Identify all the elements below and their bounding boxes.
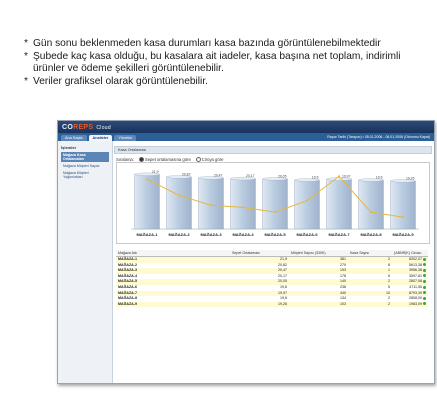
bar-9[interactable] bbox=[390, 180, 416, 230]
bar-3[interactable] bbox=[198, 177, 224, 230]
main-content: Kasa Ortalaması Sıralama: Sepet ortalama… bbox=[114, 141, 432, 383]
bar-value-label: 20,82 bbox=[182, 172, 191, 176]
app-logo: COREPS Cloud bbox=[62, 123, 111, 131]
x-tick-label: MAĞAZA-4 bbox=[232, 232, 254, 237]
table-body: MAĞAZA-1 21,9 381 2 8302,07 MAĞAZA-2 20,82 270 8… bbox=[116, 256, 428, 308]
bar-5[interactable] bbox=[262, 178, 288, 230]
status-dot-icon bbox=[423, 268, 426, 272]
line-point-7[interactable] bbox=[338, 175, 340, 178]
status-dot-icon bbox=[423, 279, 426, 283]
nav-bar: Ana Sayfa Analizler Yönetim Rapor Tarihi… bbox=[58, 133, 434, 141]
bullet-1: * Gün sonu beklenmeden kasa durumları kas… bbox=[24, 38, 381, 49]
bar-value-label: 19,6 bbox=[376, 176, 383, 180]
app-screenshot: COREPS Cloud Ana Sayfa Analizler Yönetim … bbox=[57, 120, 435, 384]
sidebar-title: İşlemler bbox=[61, 145, 77, 150]
bar-1[interactable] bbox=[134, 174, 160, 230]
status-dot-icon bbox=[423, 285, 426, 289]
line-point-1[interactable] bbox=[146, 178, 148, 181]
store-table: Mağaza Adı Sepet Ortalaması Müşteri Sayı… bbox=[116, 250, 428, 308]
x-tick-label: MAĞAZA-8 bbox=[360, 232, 382, 237]
x-tick-label: MAĞAZA-5 bbox=[264, 232, 286, 237]
line-point-2[interactable] bbox=[178, 194, 180, 197]
bar-value-label: 20,47 bbox=[214, 173, 223, 177]
customer-count-cell: 103 bbox=[289, 301, 348, 308]
basket-average-cell: 19,26 bbox=[230, 301, 289, 308]
bar-value-label: 19,97 bbox=[342, 175, 351, 179]
status-dot-icon bbox=[423, 291, 426, 295]
bar-value-label: 20,05 bbox=[278, 174, 287, 178]
status-dot-icon bbox=[423, 296, 426, 300]
sidebar-item-store-customer-density[interactable]: Mağaza Müşteri Yoğunlukları bbox=[61, 170, 109, 180]
line-point-3[interactable] bbox=[210, 204, 212, 207]
bar-4[interactable] bbox=[230, 178, 256, 230]
bar-line-chart: 21,9 MAĞAZA-1 20,82 MAĞAZA-2 20,47 MAĞAZA-3 20… bbox=[116, 162, 430, 244]
status-dot-icon bbox=[423, 302, 426, 306]
bar-value-label: 19,26 bbox=[406, 176, 415, 180]
bar-value-label: 21,9 bbox=[152, 170, 159, 174]
bar-6[interactable] bbox=[294, 179, 320, 230]
x-tick-label: MAĞAZA-6 bbox=[296, 232, 318, 237]
x-tick-label: MAĞAZA-3 bbox=[200, 232, 222, 237]
app-header: COREPS Cloud bbox=[58, 121, 434, 133]
line-point-4[interactable] bbox=[242, 206, 244, 209]
x-tick-label: MAĞAZA-2 bbox=[168, 232, 190, 237]
line-point-8[interactable] bbox=[370, 211, 372, 214]
line-point-9[interactable] bbox=[402, 216, 404, 219]
sidebar: İşlemler Mağaza Kasa Ortalamaları Mağaza… bbox=[58, 141, 113, 383]
x-tick-label: MAĞAZA-1 bbox=[136, 232, 158, 237]
bar-value-label: 19,6 bbox=[312, 176, 319, 180]
line-point-6[interactable] bbox=[306, 199, 308, 202]
panel-header: Kasa Ortalaması bbox=[114, 146, 432, 154]
store-name-cell: MAĞAZA-9 bbox=[116, 301, 230, 308]
bar-value-label: 20,17 bbox=[246, 174, 255, 178]
bullet-3: * Veriler grafiksel olarak görüntülenebil… bbox=[24, 75, 208, 87]
status-dot-icon bbox=[423, 263, 426, 267]
chart-svg: 21,9 MAĞAZA-1 20,82 MAĞAZA-2 20,47 MAĞAZA-3 20… bbox=[131, 170, 419, 237]
table-row[interactable]: MAĞAZA-9 19,26 103 2 1983,09 bbox=[116, 301, 428, 308]
revenue-cell: 1983,09 bbox=[392, 301, 428, 308]
x-tick-label: MAĞAZA-7 bbox=[328, 232, 350, 237]
bar-8[interactable] bbox=[358, 179, 384, 230]
feature-bullets: * Gün sonu beklenmeden kasa durumları kas… bbox=[24, 38, 424, 88]
cashier-count-cell: 2 bbox=[348, 301, 392, 308]
status-dot-icon bbox=[423, 274, 426, 278]
sidebar-item-store-cashier-avg[interactable]: Mağaza Kasa Ortalamaları bbox=[61, 152, 109, 162]
status-dot-icon bbox=[423, 257, 426, 261]
sidebar-item-store-customer-count[interactable]: Mağaza Müşteri Sayısı bbox=[61, 163, 109, 169]
line-point-5[interactable] bbox=[274, 211, 276, 214]
bullet-2: * Şubede kaç kasa olduğu, bu kasalara ait… bbox=[24, 50, 401, 75]
bar-2[interactable] bbox=[166, 176, 192, 230]
report-date-info: Rapor Tarihi (Tarayıcı) • 05.01.2006 - 0… bbox=[327, 135, 430, 139]
x-tick-label: MAĞAZA-9 bbox=[392, 232, 414, 237]
